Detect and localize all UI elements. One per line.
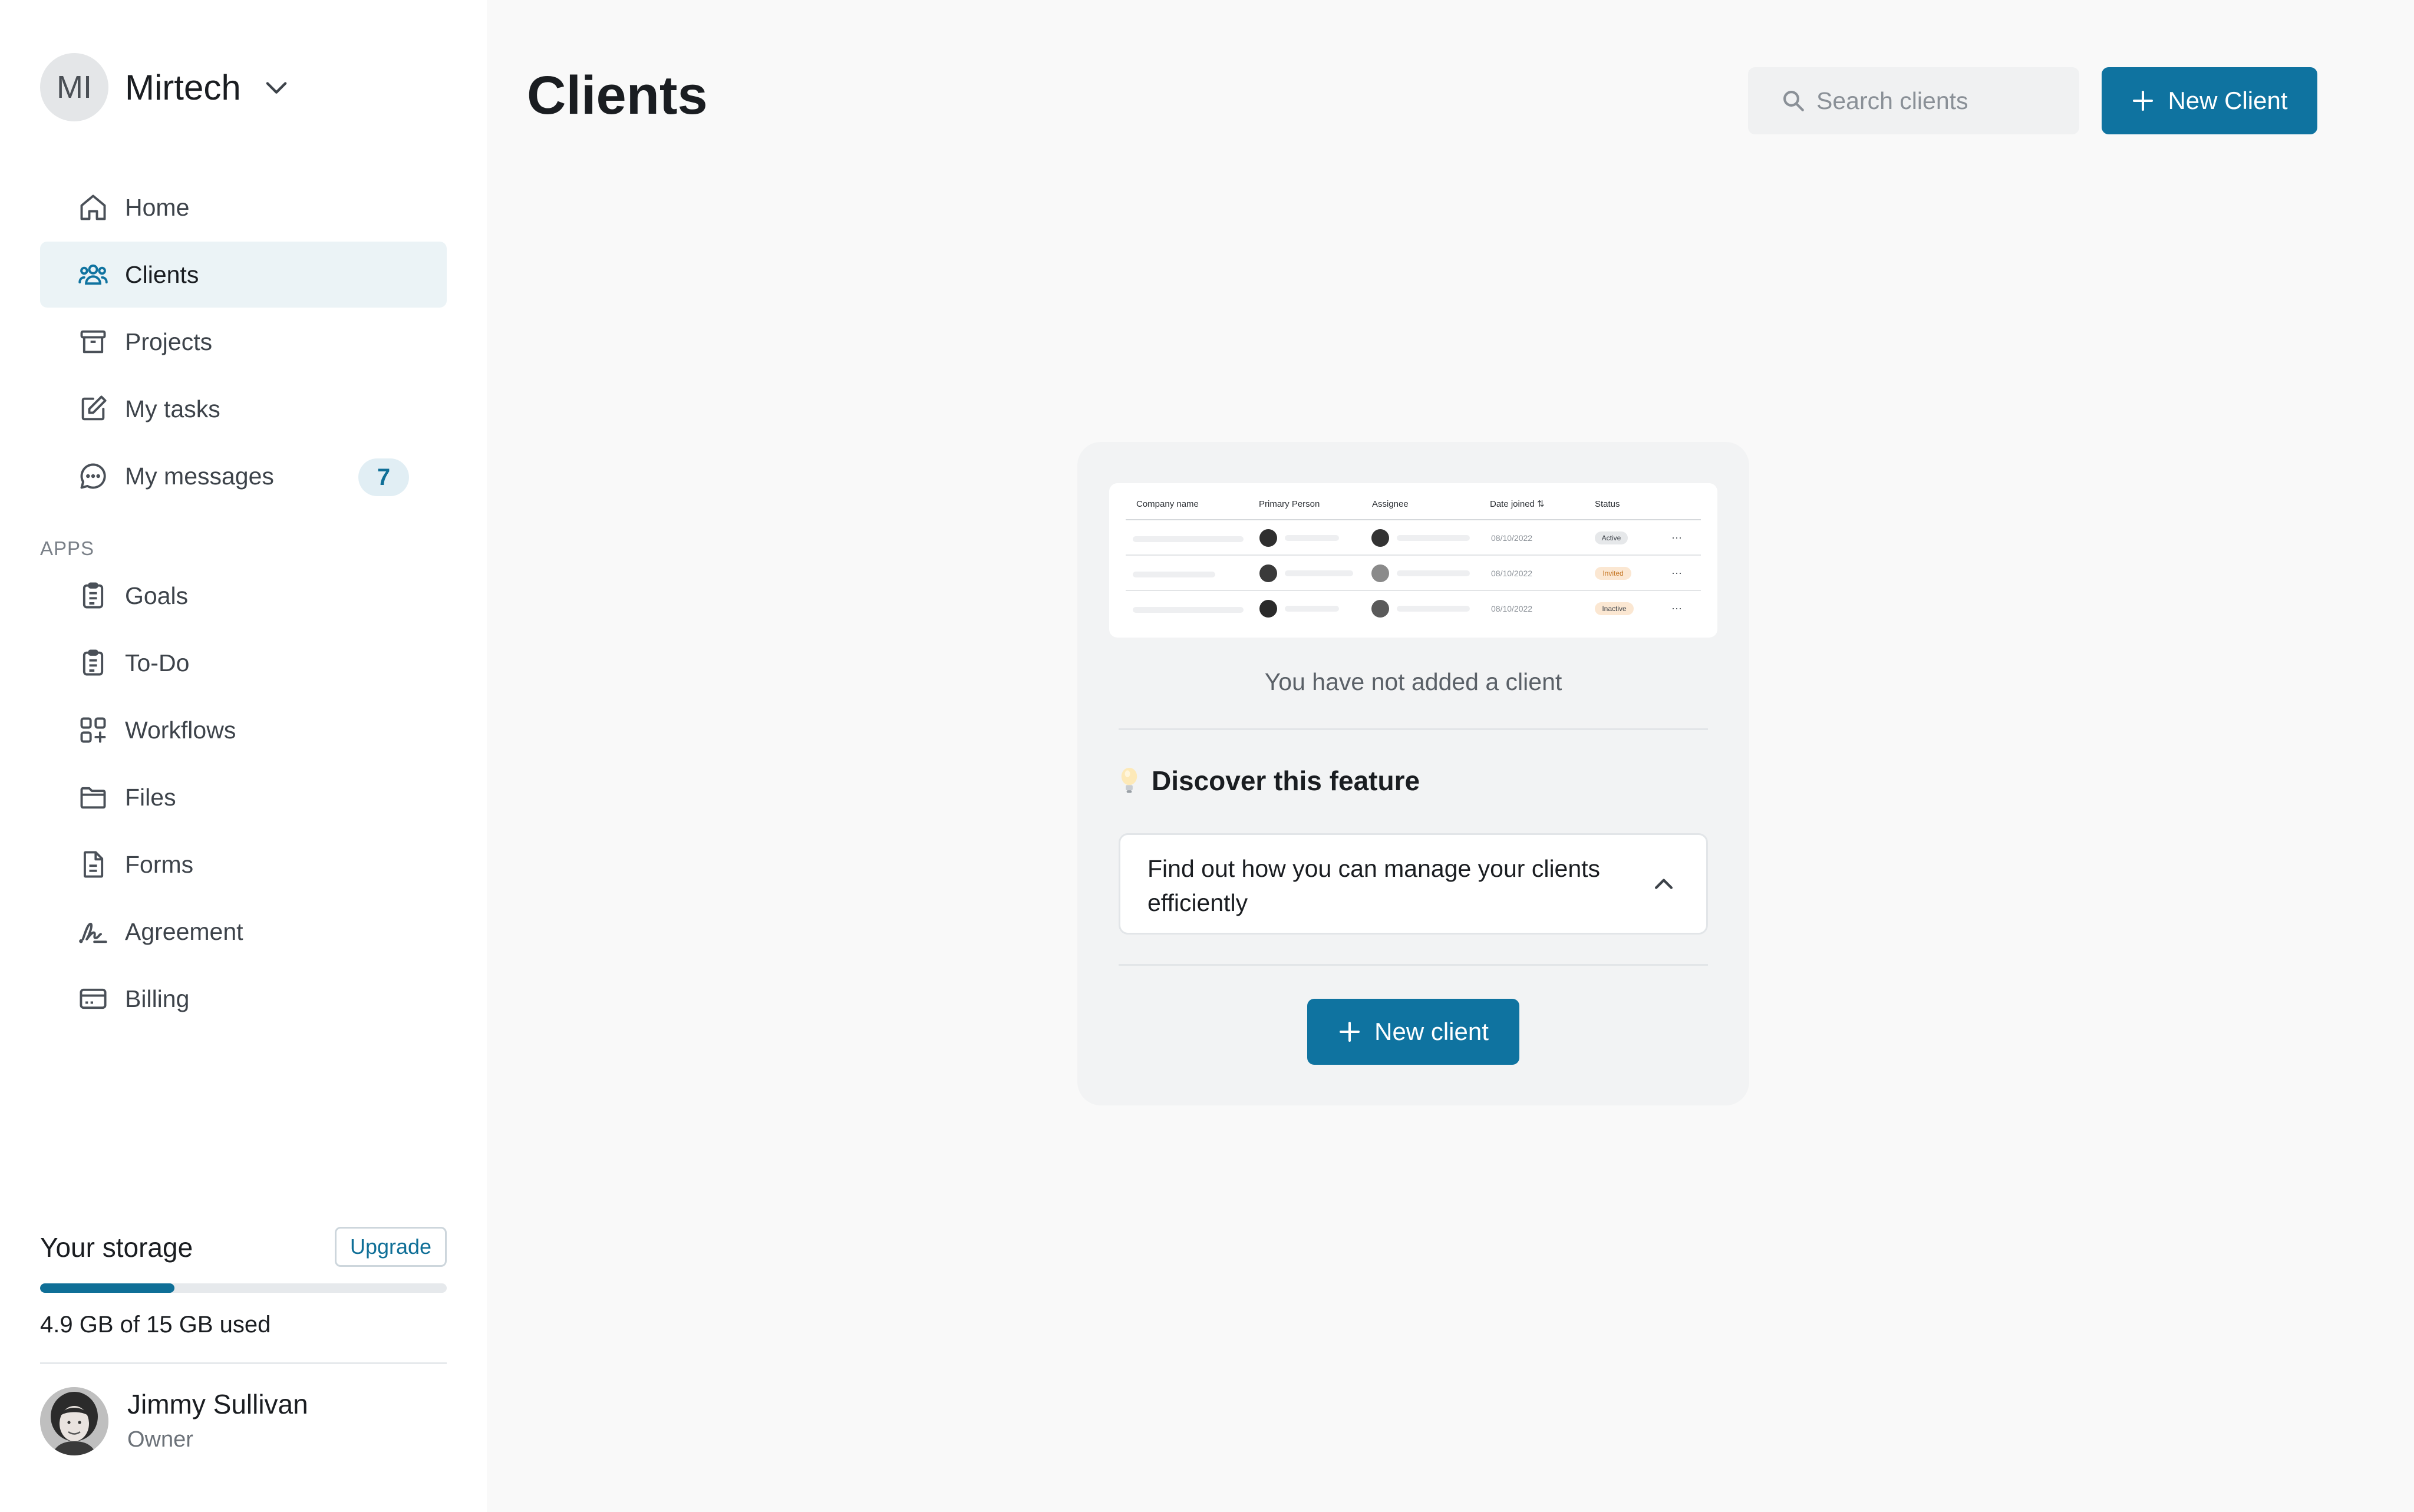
new-client-button[interactable]: New Client	[2102, 67, 2317, 134]
preview-header: Company name	[1136, 499, 1199, 509]
sidebar-item-label: Clients	[125, 260, 199, 288]
preview-date: 08/10/2022	[1491, 569, 1532, 578]
sidebar-item-agreement[interactable]: Agreement	[40, 899, 447, 965]
new-client-cta-label: New client	[1374, 1018, 1489, 1045]
user-avatar[interactable]	[40, 1387, 108, 1455]
table-preview-illustration: Company name Primary Person Assignee Dat…	[1126, 499, 1701, 618]
workspace-avatar: MI	[40, 53, 108, 121]
folder-icon	[80, 787, 106, 809]
sidebar-item-goals[interactable]: Goals	[40, 563, 447, 629]
user-portrait-icon	[40, 1387, 108, 1455]
sidebar-item-label: To-Do	[125, 649, 190, 676]
clients-table-preview: Company name Primary Person Assignee Dat…	[1109, 483, 1717, 638]
edit-icon	[81, 395, 107, 421]
search-box[interactable]	[1748, 67, 2079, 134]
sidebar-item-label: Goals	[125, 582, 189, 609]
main-nav: Home Clients Projects My tasks My messag…	[40, 174, 447, 510]
sidebar-item-label: Agreement	[125, 917, 243, 945]
clipboard-icon	[83, 649, 104, 676]
workspace-switcher[interactable]: MI Mirtech	[40, 53, 292, 121]
apps-nav: Goals To-Do Workflows Files Forms Agreem…	[40, 563, 447, 1033]
unread-count-badge: 7	[358, 458, 409, 496]
plus-icon	[2133, 91, 2154, 111]
sidebar-item-billing[interactable]: Billing	[40, 966, 447, 1032]
empty-state-card: Company name Primary Person Assignee Dat…	[1077, 442, 1749, 1105]
preview-header: Primary Person	[1259, 499, 1320, 509]
preview-header: Assignee	[1372, 499, 1409, 509]
plus-icon	[1340, 1022, 1360, 1042]
preview-status: Active	[1602, 534, 1621, 542]
storage-progress-bar	[40, 1283, 447, 1293]
message-icon	[80, 463, 106, 489]
preview-status: Inactive	[1602, 605, 1627, 613]
clipboard-icon	[83, 582, 104, 609]
sidebar-item-label: Files	[125, 783, 176, 811]
storage-progress-fill	[40, 1283, 174, 1293]
document-icon	[83, 851, 104, 878]
new-client-cta-button[interactable]: New client	[1307, 999, 1519, 1065]
sidebar-item-my-messages[interactable]: My messages 7	[40, 443, 447, 509]
lightbulb-icon	[1121, 767, 1137, 793]
chevron-up-icon[interactable]	[1651, 871, 1677, 897]
card-divider	[1119, 728, 1708, 730]
preview-more: ···	[1671, 531, 1682, 543]
sidebar-divider	[40, 1362, 447, 1364]
users-icon	[78, 264, 108, 285]
sidebar-item-forms[interactable]: Forms	[40, 831, 447, 897]
discover-feature-title: Discover this feature	[1152, 765, 1420, 796]
sidebar-item-label: Home	[125, 193, 190, 221]
feature-accordion[interactable]: Find out how you can manage your clients…	[1119, 833, 1708, 935]
preview-header: Date joined ⇅	[1490, 499, 1545, 509]
preview-more: ···	[1671, 602, 1682, 614]
sidebar-item-workflows[interactable]: Workflows	[40, 697, 447, 763]
sidebar-item-files[interactable]: Files	[40, 764, 447, 830]
sidebar-item-my-tasks[interactable]: My tasks	[40, 376, 447, 442]
storage-usage-text: 4.9 GB of 15 GB used	[40, 1312, 271, 1338]
sidebar-item-label: My messages	[125, 462, 274, 490]
preview-date: 08/10/2022	[1491, 604, 1532, 613]
sidebar-item-projects[interactable]: Projects	[40, 309, 447, 375]
sidebar-item-home[interactable]: Home	[40, 174, 447, 240]
new-client-button-label: New Client	[2168, 87, 2288, 114]
sidebar-item-label: My tasks	[125, 395, 220, 422]
search-input[interactable]	[1816, 87, 2076, 115]
sidebar-item-label: Forms	[125, 850, 194, 878]
sidebar: MI Mirtech Home Clients Projects My task…	[0, 0, 487, 1512]
archive-icon	[80, 330, 106, 354]
chevron-down-icon	[266, 82, 287, 94]
discover-feature-heading: Discover this feature	[1119, 765, 1420, 797]
apps-section-label: APPS	[40, 537, 95, 559]
workspace-name: Mirtech	[125, 67, 241, 107]
user-name: Jimmy Sullivan	[127, 1389, 308, 1419]
page-title: Clients	[527, 65, 708, 126]
credit-card-icon	[80, 988, 107, 1009]
accordion-question: Find out how you can manage your clients…	[1147, 855, 1601, 916]
home-icon	[80, 194, 106, 220]
user-role: Owner	[127, 1427, 193, 1452]
sidebar-item-clients[interactable]: Clients	[40, 242, 447, 308]
preview-header: Status	[1595, 499, 1620, 509]
card-divider	[1119, 964, 1708, 966]
sidebar-item-label: Projects	[125, 328, 213, 355]
storage-title: Your storage	[40, 1232, 193, 1263]
preview-status: Invited	[1602, 569, 1623, 577]
sidebar-item-to-do[interactable]: To-Do	[40, 630, 447, 696]
sidebar-item-label: Workflows	[125, 716, 236, 744]
search-icon	[1783, 91, 1804, 111]
signature-icon	[79, 923, 107, 943]
preview-more: ···	[1671, 567, 1682, 579]
preview-date: 08/10/2022	[1491, 533, 1532, 543]
sidebar-item-label: Billing	[125, 985, 190, 1012]
upgrade-button[interactable]: Upgrade	[335, 1227, 447, 1267]
grid-plus-icon	[80, 717, 106, 743]
empty-state-message: You have not added a client	[1264, 668, 1562, 695]
